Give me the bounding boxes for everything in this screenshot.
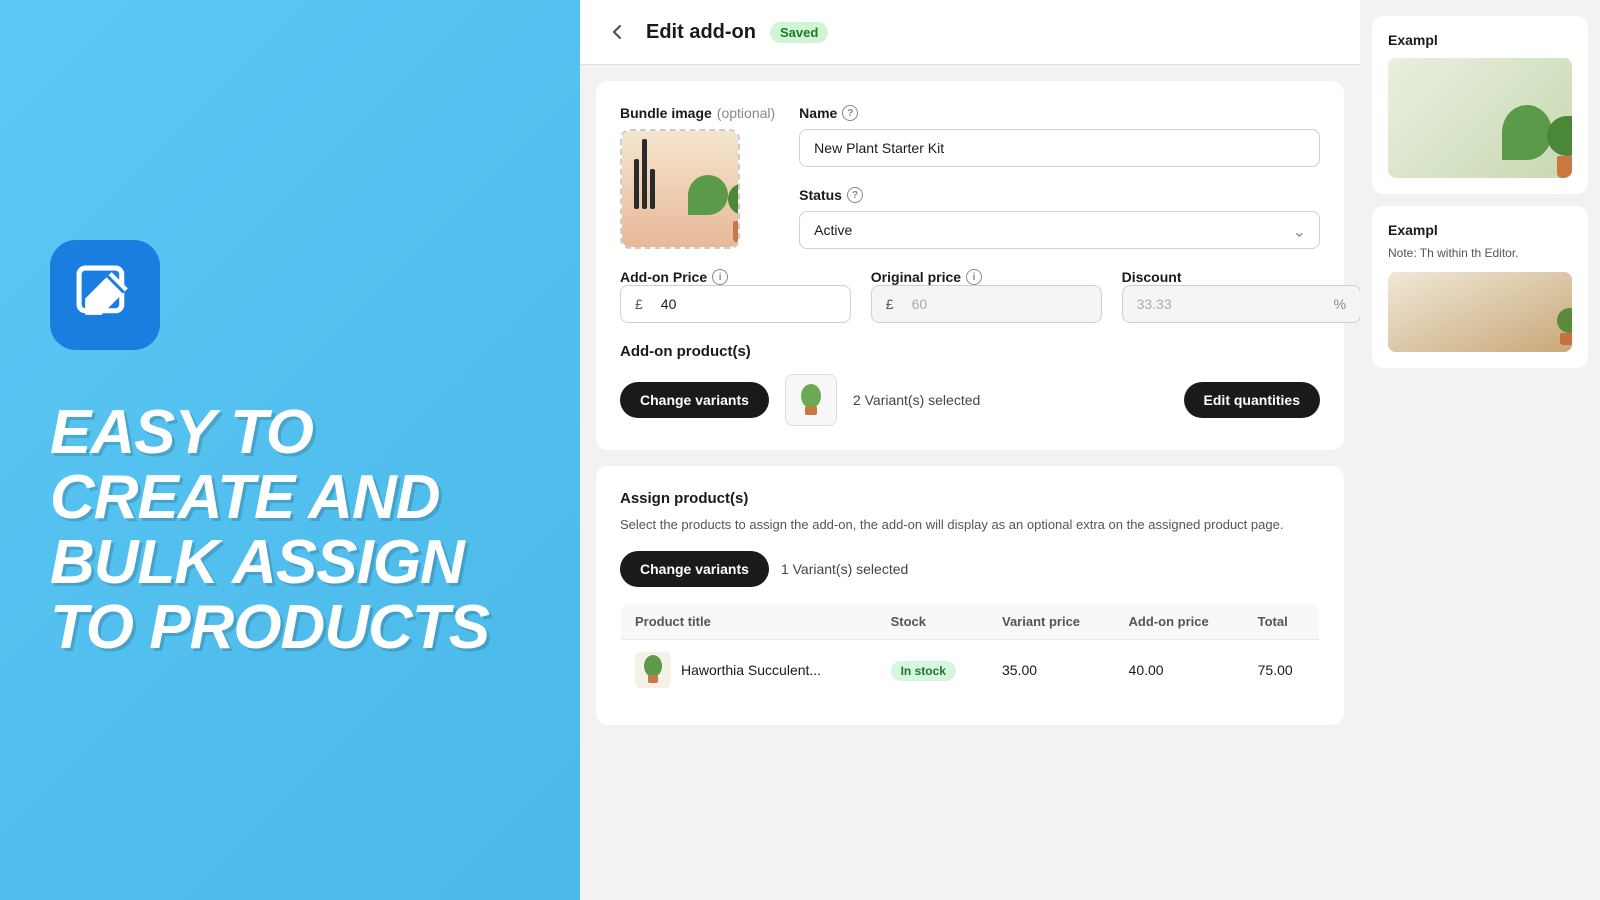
- preview-note-card: Exampl Note: Th within th Editor.: [1372, 206, 1588, 368]
- preview-note-text: Note: Th within th Editor.: [1388, 244, 1572, 262]
- bundle-image-group: Bundle image (optional): [620, 105, 775, 249]
- page-title: Edit add-on: [646, 21, 756, 44]
- edit-quantities-button[interactable]: Edit quantities: [1184, 382, 1320, 418]
- discount-input: [1123, 286, 1326, 322]
- percent-symbol: %: [1326, 286, 1360, 322]
- table-cell-stock: In stock: [877, 639, 988, 700]
- edit-icon: [73, 262, 138, 327]
- pot-icon: [797, 384, 825, 416]
- name-status-group: Name ? Status ? Active Inactive: [799, 105, 1320, 249]
- discount-group: Discount %: [1122, 269, 1360, 323]
- original-price-input-wrapper: £: [871, 285, 1102, 323]
- assign-products-card: Assign product(s) Select the products to…: [596, 466, 1344, 725]
- preview-note-title: Exampl: [1388, 222, 1572, 238]
- products-table: Product title Stock Variant price Add-on…: [620, 603, 1320, 701]
- saved-badge: Saved: [770, 22, 828, 43]
- assign-products-title: Assign product(s): [620, 490, 1320, 507]
- name-info-icon[interactable]: ?: [842, 105, 858, 121]
- preview-image-2: [1388, 272, 1572, 352]
- discount-label: Discount: [1122, 269, 1360, 285]
- preview-card-1: Exampl: [1372, 16, 1588, 194]
- change-variants-button[interactable]: Change variants: [620, 382, 769, 418]
- panel-header: Edit add-on Saved: [580, 0, 1360, 65]
- original-price-group: Original price i £: [871, 269, 1102, 323]
- succulent-icon: [639, 654, 667, 686]
- col-stock: Stock: [877, 603, 988, 639]
- product-thumbnail-1: [785, 374, 837, 426]
- back-button[interactable]: [604, 18, 632, 46]
- status-select-wrapper: Active Inactive: [799, 211, 1320, 249]
- col-product-title: Product title: [621, 603, 877, 639]
- original-price-label: Original price i: [871, 269, 1102, 285]
- col-addon-price: Add-on price: [1115, 603, 1244, 639]
- variants-selected-text: 2 Variant(s) selected: [853, 392, 980, 408]
- in-stock-badge: In stock: [891, 661, 956, 681]
- addon-currency-symbol: £: [621, 286, 653, 322]
- status-label: Status ?: [799, 187, 1320, 203]
- original-price-input[interactable]: [904, 286, 1101, 322]
- status-select[interactable]: Active Inactive: [799, 211, 1320, 249]
- price-row: Add-on Price i £ Original price i: [620, 269, 1320, 323]
- name-input[interactable]: [799, 129, 1320, 167]
- app-icon: [50, 240, 160, 350]
- right-panel: Edit add-on Saved Bundle image (optional…: [580, 0, 1600, 900]
- table-row: Haworthia Succulent... In stock 35.00 40…: [621, 639, 1320, 700]
- addon-price-input[interactable]: [653, 286, 850, 322]
- status-info-icon[interactable]: ?: [847, 187, 863, 203]
- assign-products-description: Select the products to assign the add-on…: [620, 515, 1320, 535]
- panel-content: Bundle image (optional): [580, 65, 1360, 900]
- table-cell-total: 75.00: [1244, 639, 1320, 700]
- assign-variants-selected: 1 Variant(s) selected: [781, 561, 908, 577]
- main-details-card: Bundle image (optional): [596, 81, 1344, 450]
- product-row-thumbnail: [635, 652, 671, 688]
- addon-variants-row: Change variants 2 Variant(s) selected Ed…: [620, 374, 1320, 426]
- image-upload-box[interactable]: [620, 129, 740, 249]
- product-row-name: Haworthia Succulent...: [635, 652, 863, 688]
- name-label: Name ?: [799, 105, 1320, 121]
- original-currency-symbol: £: [872, 286, 904, 322]
- image-name-row: Bundle image (optional): [620, 105, 1320, 249]
- table-header-row: Product title Stock Variant price Add-on…: [621, 603, 1320, 639]
- assign-variants-row: Change variants 1 Variant(s) selected: [620, 551, 1320, 587]
- addon-price-group: Add-on Price i £: [620, 269, 851, 323]
- original-price-info-icon[interactable]: i: [966, 269, 982, 285]
- bundle-image-preview: [622, 131, 738, 247]
- table-cell-addon-price: 40.00: [1115, 639, 1244, 700]
- table-cell-variant-price: 35.00: [988, 639, 1115, 700]
- product-name: Haworthia Succulent...: [681, 662, 821, 678]
- hero-text: EASY TO CREATE AND BULK ASSIGN TO PRODUC…: [50, 400, 530, 660]
- addon-price-label: Add-on Price i: [620, 269, 851, 285]
- col-variant-price: Variant price: [988, 603, 1115, 639]
- discount-input-wrapper: %: [1122, 285, 1360, 323]
- addon-price-input-wrapper: £: [620, 285, 851, 323]
- left-panel: EASY TO CREATE AND BULK ASSIGN TO PRODUC…: [0, 0, 580, 900]
- edit-panel: Edit add-on Saved Bundle image (optional…: [580, 0, 1360, 900]
- addon-products-label: Add-on product(s): [620, 343, 1320, 360]
- assign-change-variants-button[interactable]: Change variants: [620, 551, 769, 587]
- table-cell-name: Haworthia Succulent...: [621, 639, 877, 700]
- preview-sidebar: Exampl Exampl Note: Th within th Editor.: [1360, 0, 1600, 900]
- col-total: Total: [1244, 603, 1320, 639]
- addon-price-info-icon[interactable]: i: [712, 269, 728, 285]
- bundle-image-label: Bundle image (optional): [620, 105, 775, 121]
- preview-plant-image: [1388, 58, 1572, 178]
- preview-title-1: Exampl: [1388, 32, 1572, 48]
